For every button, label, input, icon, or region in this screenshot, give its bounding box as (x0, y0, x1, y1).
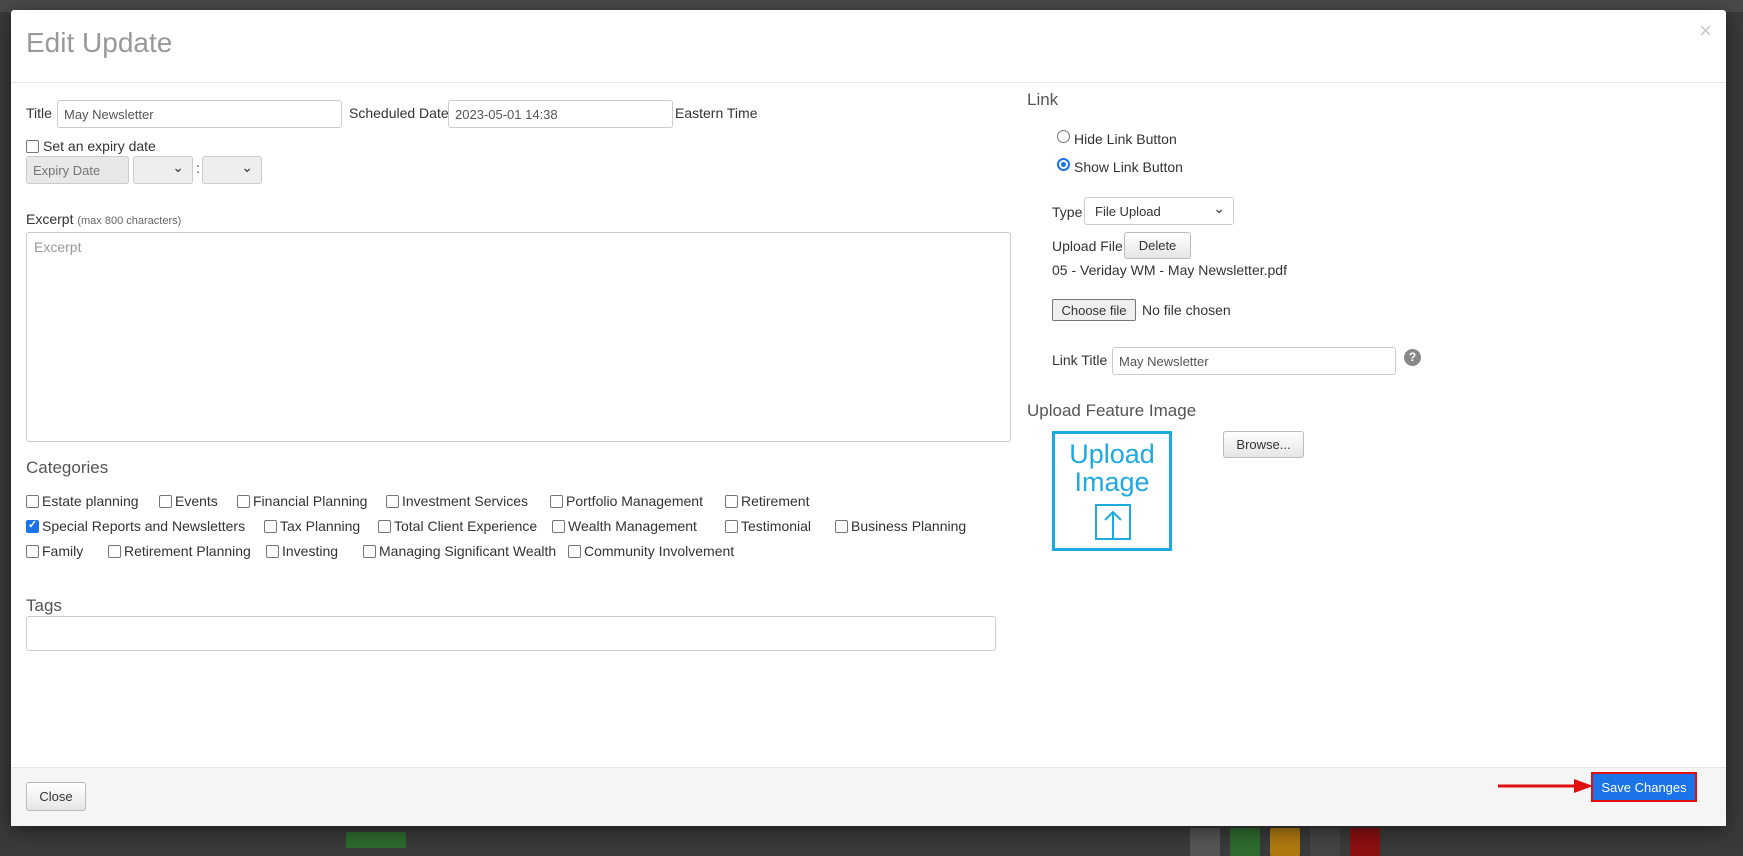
tags-heading: Tags (26, 596, 62, 615)
category-checkbox[interactable] (26, 518, 39, 533)
category-checkbox[interactable] (725, 495, 738, 508)
category-label: Family (42, 543, 84, 559)
category-label: Community Involvement (584, 543, 735, 559)
title-label: Title (26, 105, 52, 121)
category-label: Managing Significant Wealth (379, 543, 557, 559)
link-title-label: Link Title (1052, 352, 1108, 368)
category-checkbox[interactable] (363, 545, 376, 558)
save-changes-button[interactable]: Save Changes (1591, 772, 1697, 802)
excerpt-hint: (max 800 characters) (77, 215, 182, 227)
category-checkbox[interactable] (568, 545, 581, 558)
link-heading: Link (1027, 90, 1059, 109)
show-link-label: Show Link Button (1074, 159, 1183, 175)
category-checkbox[interactable] (26, 545, 39, 558)
modal-header: Edit Update × (11, 10, 1726, 83)
background-list-row (330, 826, 1430, 856)
category-checkbox[interactable] (552, 520, 565, 533)
no-file-chosen-text: No file chosen (1142, 302, 1231, 318)
edit-update-modal: Edit Update × Title Scheduled Date Easte… (11, 10, 1726, 826)
upload-arrow-icon (1095, 504, 1131, 540)
category-checkbox[interactable] (835, 520, 848, 533)
expiry-date-input[interactable] (26, 156, 129, 184)
category-label: Events (175, 493, 218, 509)
type-select[interactable]: File Upload (1084, 197, 1234, 225)
background-action-icon (1310, 828, 1340, 856)
upload-image-placeholder[interactable]: Upload Image (1052, 431, 1172, 551)
timezone-label: Eastern Time (675, 105, 758, 121)
close-button[interactable]: Close (26, 782, 86, 811)
category-label: Retirement (741, 493, 810, 509)
category-checkbox[interactable] (264, 520, 277, 533)
upload-file-label: Upload File (1052, 238, 1123, 254)
category-checkbox[interactable] (386, 495, 399, 508)
time-separator: : (196, 160, 200, 176)
hide-link-label: Hide Link Button (1074, 131, 1177, 147)
category-label: Investing (282, 543, 339, 559)
category-label: Tax Planning (280, 518, 361, 534)
modal-footer (11, 767, 1726, 826)
show-link-radio[interactable] (1057, 158, 1070, 171)
feature-image-heading: Upload Feature Image (1027, 401, 1197, 420)
expiry-hour-select[interactable] (133, 156, 193, 184)
category-label: Wealth Management (568, 518, 697, 534)
background-action-icon (1350, 828, 1380, 856)
category-label: Financial Planning (253, 493, 368, 509)
scheduled-date-input[interactable] (448, 100, 673, 128)
choose-file-button[interactable]: Choose file (1052, 299, 1136, 321)
excerpt-label: Excerpt (max 800 characters) (26, 211, 181, 227)
category-label: Total Client Experience (394, 518, 538, 534)
scheduled-date-label: Scheduled Date (349, 105, 449, 121)
close-icon[interactable]: × (1699, 18, 1712, 44)
title-input[interactable] (57, 100, 342, 128)
category-checkbox[interactable] (26, 495, 39, 508)
expiry-label: Set an expiry date (43, 138, 156, 154)
category-checkbox[interactable] (266, 545, 279, 558)
category-checkbox[interactable] (159, 495, 172, 508)
category-label: Special Reports and Newsletters (42, 518, 246, 534)
category-label: Investment Services (402, 493, 529, 509)
upload-image-line1: Upload (1069, 439, 1155, 469)
categories-heading: Categories (26, 458, 109, 477)
link-title-input[interactable] (1112, 347, 1396, 375)
background-action-icon (1190, 828, 1220, 856)
type-select-value: File Upload (1095, 204, 1161, 219)
type-label: Type (1052, 204, 1083, 220)
category-label: Retirement Planning (124, 543, 251, 559)
category-checkbox[interactable] (237, 495, 250, 508)
category-label: Estate planning (42, 493, 139, 509)
expiry-checkbox[interactable] (26, 140, 39, 153)
browse-button[interactable]: Browse... (1223, 431, 1304, 458)
category-checkbox[interactable] (108, 545, 121, 558)
delete-file-button[interactable]: Delete (1124, 232, 1191, 259)
background-action-icon (1270, 828, 1300, 856)
category-label: Portfolio Management (566, 493, 703, 509)
category-label: Testimonial (741, 518, 812, 534)
expiry-minute-select[interactable] (202, 156, 262, 184)
tags-input[interactable] (26, 616, 996, 651)
uploaded-file-name: 05 - Veriday WM - May Newsletter.pdf (1052, 262, 1287, 278)
excerpt-label-text: Excerpt (26, 211, 74, 227)
upload-image-line2: Image (1074, 467, 1150, 497)
background-action-icon (1230, 828, 1260, 856)
help-icon[interactable]: ? (1404, 349, 1421, 366)
category-checkbox[interactable] (725, 520, 738, 533)
red-arrow-annotation (1498, 779, 1593, 793)
category-label: Business Planning (851, 518, 967, 534)
hide-link-radio[interactable] (1057, 130, 1070, 143)
modal-title: Edit Update (26, 27, 173, 58)
background-status-pill (346, 832, 406, 848)
excerpt-textarea[interactable] (26, 232, 1011, 442)
category-checkbox[interactable] (378, 520, 391, 533)
category-checkbox[interactable] (550, 495, 563, 508)
